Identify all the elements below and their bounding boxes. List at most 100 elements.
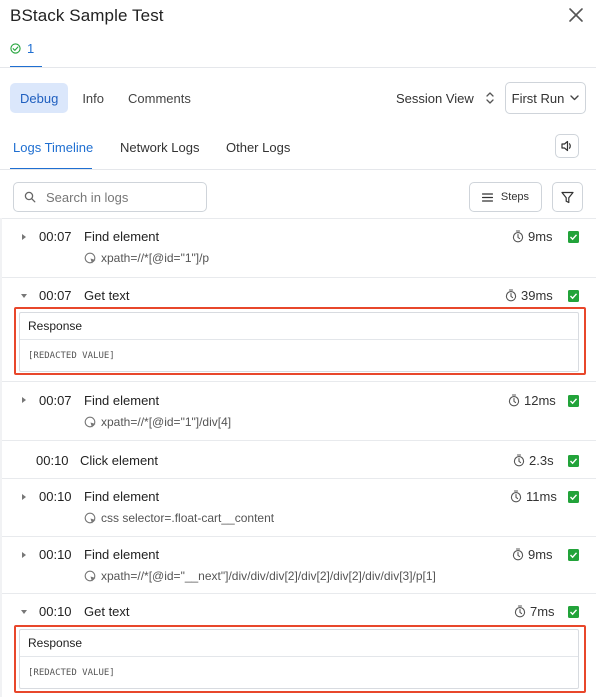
caret-right-icon[interactable] <box>20 551 28 559</box>
log-time: 00:07 <box>39 288 72 303</box>
selenium-log-icon[interactable] <box>568 231 579 243</box>
locator-cursor-icon <box>84 570 96 581</box>
log-duration-value: 2.3s <box>529 453 554 468</box>
steps-button-label: Steps <box>500 191 530 203</box>
search-icon <box>24 191 36 203</box>
sort-chevrons-icon <box>486 92 494 104</box>
response-panel: Response [REDACTED VALUE] <box>19 312 579 372</box>
log-action: Find element <box>84 229 160 244</box>
log-duration: 11ms <box>510 489 557 504</box>
selenium-log-icon[interactable] <box>568 549 579 561</box>
log-entry[interactable]: 00:07 Find element 9ms xpath=//*[@id="1"… <box>0 218 596 277</box>
tab-info[interactable]: Info <box>72 83 114 113</box>
selenium-log-icon[interactable] <box>568 606 579 618</box>
locator: xpath=//*[@id="1"]/p <box>84 251 209 265</box>
search-field[interactable] <box>13 182 207 212</box>
passed-count: 1 <box>27 40 35 56</box>
sound-button[interactable] <box>555 134 579 158</box>
log-duration: 39ms <box>505 288 553 303</box>
selenium-log-icon[interactable] <box>568 455 579 467</box>
divider <box>0 67 596 68</box>
response-label: Response <box>20 313 578 340</box>
selenium-log-icon[interactable] <box>568 491 579 503</box>
tab-network-logs[interactable]: Network Logs <box>120 140 199 155</box>
locator-text: xpath=//*[@id="1"]/p <box>101 251 210 265</box>
log-entry[interactable]: 00:10 Find element 9ms xpath=//*[@id="__… <box>0 536 596 593</box>
steps-button[interactable]: Steps <box>469 182 542 212</box>
session-view-toggle[interactable]: Session View <box>396 88 494 108</box>
chevron-down-icon <box>570 95 580 101</box>
caret-down-icon[interactable] <box>20 608 28 616</box>
log-duration-value: 9ms <box>528 229 553 244</box>
passed-check-icon <box>10 42 21 54</box>
response-panel: Response [REDACTED VALUE] <box>19 629 579 689</box>
log-time: 00:07 <box>39 393 72 408</box>
locator: xpath=//*[@id="__next"]/div/div/div[2]/d… <box>84 569 436 583</box>
locator: css selector=.float-cart__content <box>84 511 274 525</box>
filter-button[interactable] <box>552 182 583 212</box>
log-duration-value: 11ms <box>526 489 557 504</box>
stopwatch-icon <box>513 454 525 467</box>
test-title: BStack Sample Test <box>10 6 164 25</box>
selenium-log-icon[interactable] <box>568 395 579 407</box>
log-time: 00:10 <box>39 604 72 619</box>
caret-right-icon[interactable] <box>20 396 28 404</box>
stopwatch-icon <box>508 394 520 407</box>
speaker-icon <box>561 140 571 152</box>
log-action: Click element <box>80 453 159 468</box>
log-time: 00:10 <box>39 547 72 562</box>
locator: xpath=//*[@id="1"]/div[4] <box>84 415 231 429</box>
locator-text: xpath=//*[@id="__next"]/div/div/div[2]/d… <box>101 569 436 583</box>
log-tabs: Logs Timeline Network Logs Other Logs <box>0 132 596 170</box>
caret-right-icon[interactable] <box>20 233 28 241</box>
stopwatch-icon <box>512 548 524 561</box>
locator-text: xpath=//*[@id="1"]/div[4] <box>101 415 232 429</box>
tab-other-logs[interactable]: Other Logs <box>226 140 290 155</box>
log-action: Find element <box>84 547 160 562</box>
log-time: 00:10 <box>36 453 69 468</box>
run-select-value: First Run <box>511 90 565 106</box>
close-icon[interactable] <box>567 6 585 24</box>
log-entry[interactable]: 00:10 Click element 2.3s <box>0 440 596 478</box>
log-duration: 7ms <box>514 604 555 619</box>
log-duration-value: 9ms <box>528 547 553 562</box>
log-duration: 12ms <box>508 393 556 408</box>
log-action: Find element <box>84 393 160 408</box>
session-status-tab[interactable]: 1 <box>10 38 34 58</box>
log-action: Get text <box>84 604 130 619</box>
locator-cursor-icon <box>84 416 96 427</box>
session-view-label: Session View <box>396 90 474 106</box>
log-time: 00:07 <box>39 229 72 244</box>
response-value: [REDACTED VALUE] <box>28 350 115 361</box>
log-duration: 9ms <box>512 229 553 244</box>
top-tabs: Debug Info Comments <box>10 83 201 113</box>
stopwatch-icon <box>510 490 522 503</box>
log-entry[interactable]: 00:07 Find element 12ms xpath=//*[@id="1… <box>0 381 596 440</box>
locator-text: css selector=.float-cart__content <box>101 511 275 525</box>
log-duration-value: 12ms <box>524 393 556 408</box>
stopwatch-icon <box>505 289 517 302</box>
list-icon <box>481 192 493 202</box>
log-duration-value: 7ms <box>530 604 555 619</box>
log-entry[interactable]: 00:10 Find element 11ms css selector=.fl… <box>0 478 596 536</box>
tab-comments[interactable]: Comments <box>118 83 201 113</box>
tab-debug[interactable]: Debug <box>10 83 69 113</box>
response-value: [REDACTED VALUE] <box>28 667 115 678</box>
caret-right-icon[interactable] <box>20 493 28 501</box>
log-duration: 9ms <box>512 547 553 562</box>
left-gutter <box>0 218 2 697</box>
search-input[interactable] <box>46 189 186 205</box>
stopwatch-icon <box>512 230 524 243</box>
selenium-log-icon[interactable] <box>568 290 579 302</box>
run-select[interactable]: First Run <box>505 82 586 114</box>
caret-down-icon[interactable] <box>20 292 28 300</box>
locator-cursor-icon <box>84 512 96 523</box>
log-duration-value: 39ms <box>521 288 553 303</box>
log-time: 00:10 <box>39 489 72 504</box>
log-action: Find element <box>84 489 160 504</box>
title-bar: BStack Sample Test <box>0 0 596 32</box>
filter-icon <box>561 191 574 203</box>
stopwatch-icon <box>514 605 526 618</box>
tab-logs-timeline[interactable]: Logs Timeline <box>13 140 93 155</box>
log-duration: 2.3s <box>513 453 554 468</box>
